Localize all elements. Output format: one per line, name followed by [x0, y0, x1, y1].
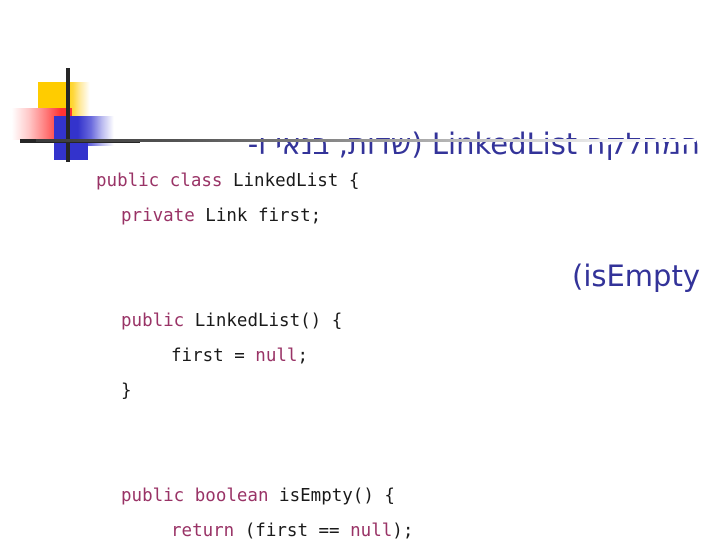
- slide-title-line-1: המחלקה LinkedList (שדות, בנאי ו-: [247, 127, 700, 161]
- code-keyword: public class: [96, 171, 233, 191]
- code-line: private Link first;: [96, 199, 696, 234]
- code-block: public class LinkedList {private Link fi…: [96, 164, 696, 540]
- code-text: LinkedList() {: [194, 311, 343, 331]
- code-keyword: null: [255, 346, 298, 366]
- code-line: }: [96, 374, 696, 409]
- code-keyword: public: [121, 311, 195, 331]
- code-keyword: public boolean: [121, 486, 280, 506]
- code-keyword: null: [350, 521, 393, 540]
- code-line: first = null;: [96, 339, 696, 374]
- code-keyword: private: [121, 206, 206, 226]
- code-keyword: return: [171, 521, 245, 540]
- code-text: }: [121, 381, 132, 401]
- code-text: (first ==: [244, 521, 351, 540]
- code-text: Link first;: [205, 206, 322, 226]
- code-line: public class LinkedList {: [96, 164, 696, 199]
- code-text: isEmpty() {: [279, 486, 395, 506]
- code-text: );: [392, 521, 414, 540]
- slide: המחלקה LinkedList (שדות, בנאי ו- isEmpty…: [0, 0, 720, 540]
- code-line: return (first == null);: [96, 514, 696, 540]
- code-text: ;: [297, 346, 308, 366]
- code-text: first =: [171, 346, 256, 366]
- code-text: LinkedList {: [232, 171, 360, 191]
- code-line: public LinkedList() {: [96, 304, 696, 339]
- code-line: public boolean isEmpty() {: [96, 479, 696, 514]
- title-divider: [36, 139, 696, 142]
